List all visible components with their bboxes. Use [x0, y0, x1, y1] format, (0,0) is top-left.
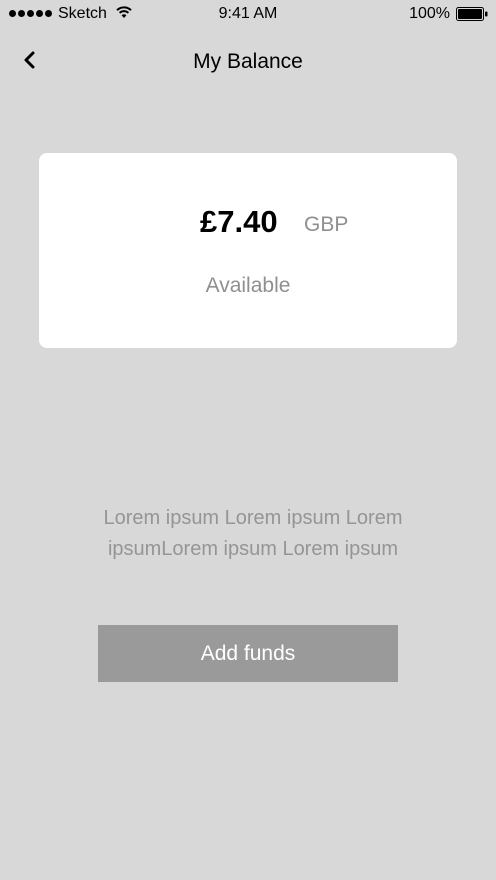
battery-icon [456, 7, 488, 21]
balance-label: Available [205, 274, 291, 297]
navigation-bar: My Balance [0, 40, 496, 84]
description-text: Lorem ipsum Lorem ipsum Lorem ipsumLorem… [103, 507, 403, 560]
page-title: My Balance [193, 50, 303, 73]
battery-percent: 100% [409, 5, 450, 22]
add-funds-button[interactable]: Add funds [98, 625, 398, 682]
balance-amount: £7.40 [200, 204, 278, 239]
balance-currency: GBP [304, 213, 349, 236]
balance-card: £7.40 GBP Available [39, 153, 457, 348]
status-bar: Sketch 9:41 AM 100% [0, 0, 496, 30]
